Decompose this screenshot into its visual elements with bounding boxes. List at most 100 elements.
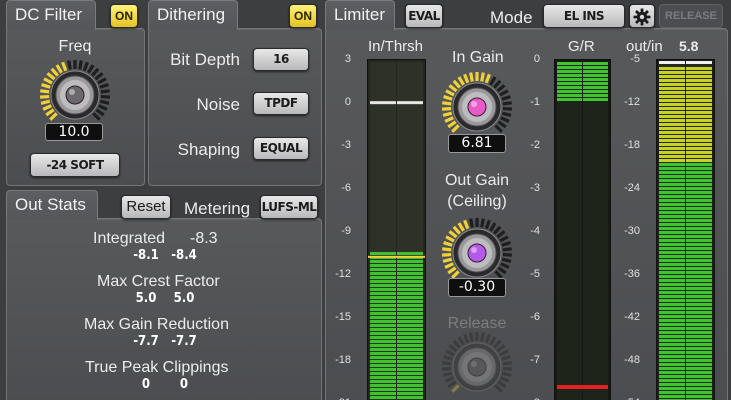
output-meter-segment <box>686 271 712 274</box>
freq-knob-tick <box>95 108 105 117</box>
eval-button[interactable]: EVAL <box>405 4 443 28</box>
input-meter-segment <box>370 296 396 299</box>
output-meter-segment <box>659 311 685 314</box>
release-knob-tick <box>448 344 458 353</box>
out-gain-value-readout[interactable]: -0.30 <box>448 278 506 297</box>
in-gain-knob-tick <box>496 84 506 93</box>
output-meter-segment <box>659 303 685 306</box>
out-gain-knob-tick <box>444 262 454 269</box>
metering-mode-button[interactable]: LUFS-ML <box>260 195 318 219</box>
output-meter-segment <box>659 87 685 90</box>
dc-filter-on-button[interactable]: ON <box>110 4 138 28</box>
output-meter-segment <box>686 203 712 206</box>
output-meter-segment <box>659 163 685 166</box>
in-scale-tick-label: -12 <box>335 268 351 280</box>
gr-meter-channel-1 <box>557 62 582 400</box>
shaping-button[interactable]: EQUAL <box>253 137 309 160</box>
release-knob-tick <box>502 366 513 371</box>
output-meter-segment <box>659 359 685 362</box>
noise-button[interactable]: TPDF <box>253 92 309 115</box>
freq-knob-tick <box>97 77 107 85</box>
gain-reduction-meter <box>554 59 611 400</box>
gr-scale-tick-label: -4 <box>530 225 540 237</box>
output-meter-segment <box>659 195 685 198</box>
in-gain-knob-tick <box>489 76 497 86</box>
output-meter-peak-hold <box>686 61 712 64</box>
output-meter-segment <box>659 71 685 74</box>
release-knob[interactable] <box>440 330 514 400</box>
reset-button[interactable]: Reset <box>121 195 171 219</box>
out-gain-knob-tick <box>441 252 452 257</box>
output-meter-segment <box>659 155 685 158</box>
gr-meter-segment <box>583 62 608 65</box>
in-gain-knob-tick <box>501 95 511 101</box>
out-gain-knob-tick <box>448 230 458 239</box>
output-meter-segment <box>686 351 712 354</box>
output-meter-segment <box>686 199 712 202</box>
release-mode-button[interactable]: RELEASE <box>659 4 723 28</box>
out-gain-knob-cap <box>467 243 487 263</box>
freq-knob-tick <box>49 112 58 121</box>
output-meter-segment <box>659 75 685 78</box>
gr-scale-tick-label: -5 <box>530 268 540 280</box>
output-meter-segment <box>659 295 685 298</box>
output-meter-segment <box>686 287 712 290</box>
input-meter-segment <box>397 312 423 315</box>
freq-knob-tick <box>99 83 109 89</box>
output-meter-segment <box>686 167 712 170</box>
integrated-value: -8.3 <box>190 230 218 247</box>
dc-filter-mode-button[interactable]: -24 SOFT <box>30 153 120 177</box>
output-meter-segment <box>686 315 712 318</box>
mode-button[interactable]: EL INS <box>543 4 625 28</box>
gr-scale-tick-label: -3 <box>530 182 540 194</box>
input-meter-segment <box>370 372 396 375</box>
output-meter-segment <box>659 351 685 354</box>
output-meter-segment <box>659 95 685 98</box>
in-gain-knob-tick <box>493 79 502 89</box>
release-knob-tick <box>443 355 453 361</box>
out-gain-label: Out Gain <box>444 172 510 189</box>
output-meter-segment <box>659 139 685 142</box>
output-meter-segment <box>659 291 685 294</box>
input-meter-segment <box>370 260 396 263</box>
output-meter-segment <box>686 291 712 294</box>
output-meter-segment <box>686 371 712 374</box>
input-meter-segment <box>370 348 396 351</box>
input-meter-segment <box>397 264 423 267</box>
input-meter-segment <box>397 348 423 351</box>
bit-depth-button[interactable]: 16 <box>253 48 309 71</box>
gr-scale-tick-label: -1 <box>530 96 540 108</box>
in-gain-knob[interactable] <box>440 70 514 144</box>
out-gain-knob-tick <box>447 266 457 275</box>
input-meter-segment <box>397 324 423 327</box>
noise-label: Noise <box>196 95 240 114</box>
output-meter-segment <box>659 103 685 106</box>
dithering-on-button[interactable]: ON <box>289 4 317 28</box>
in-gain-value-readout[interactable]: 6.81 <box>448 134 506 153</box>
output-meter-segment <box>686 143 712 146</box>
freq-knob[interactable] <box>38 58 112 132</box>
settings-button[interactable] <box>629 4 655 28</box>
in-gain-knob-cap <box>467 97 487 117</box>
freq-value-readout[interactable]: 10.0 <box>45 123 103 141</box>
output-meter-segment <box>659 275 685 278</box>
release-knob-tick <box>469 332 474 342</box>
output-meter-segment <box>659 347 685 350</box>
in-gain-knob-tick <box>480 72 485 82</box>
output-meter-segment <box>659 123 685 126</box>
output-meter-segment <box>686 99 712 102</box>
freq-knob-tick <box>46 72 56 81</box>
input-meter-segment <box>397 396 423 399</box>
input-meter-segment <box>370 396 396 399</box>
freq-knob-tick <box>61 61 68 72</box>
in-gain-knob-tick <box>443 95 453 101</box>
in-gain-knob-tick <box>497 120 507 129</box>
gr-scale-tick-label: -6 <box>530 311 540 323</box>
freq-knob-tick <box>98 104 108 111</box>
output-meter-segment <box>686 383 712 386</box>
freq-knob-tick <box>94 72 104 81</box>
max-gain-reduction-label: Max Gain Reduction <box>84 316 229 333</box>
input-meter-segment <box>397 328 423 331</box>
output-meter-segment <box>686 131 712 134</box>
gr-meter-segment <box>583 82 608 85</box>
